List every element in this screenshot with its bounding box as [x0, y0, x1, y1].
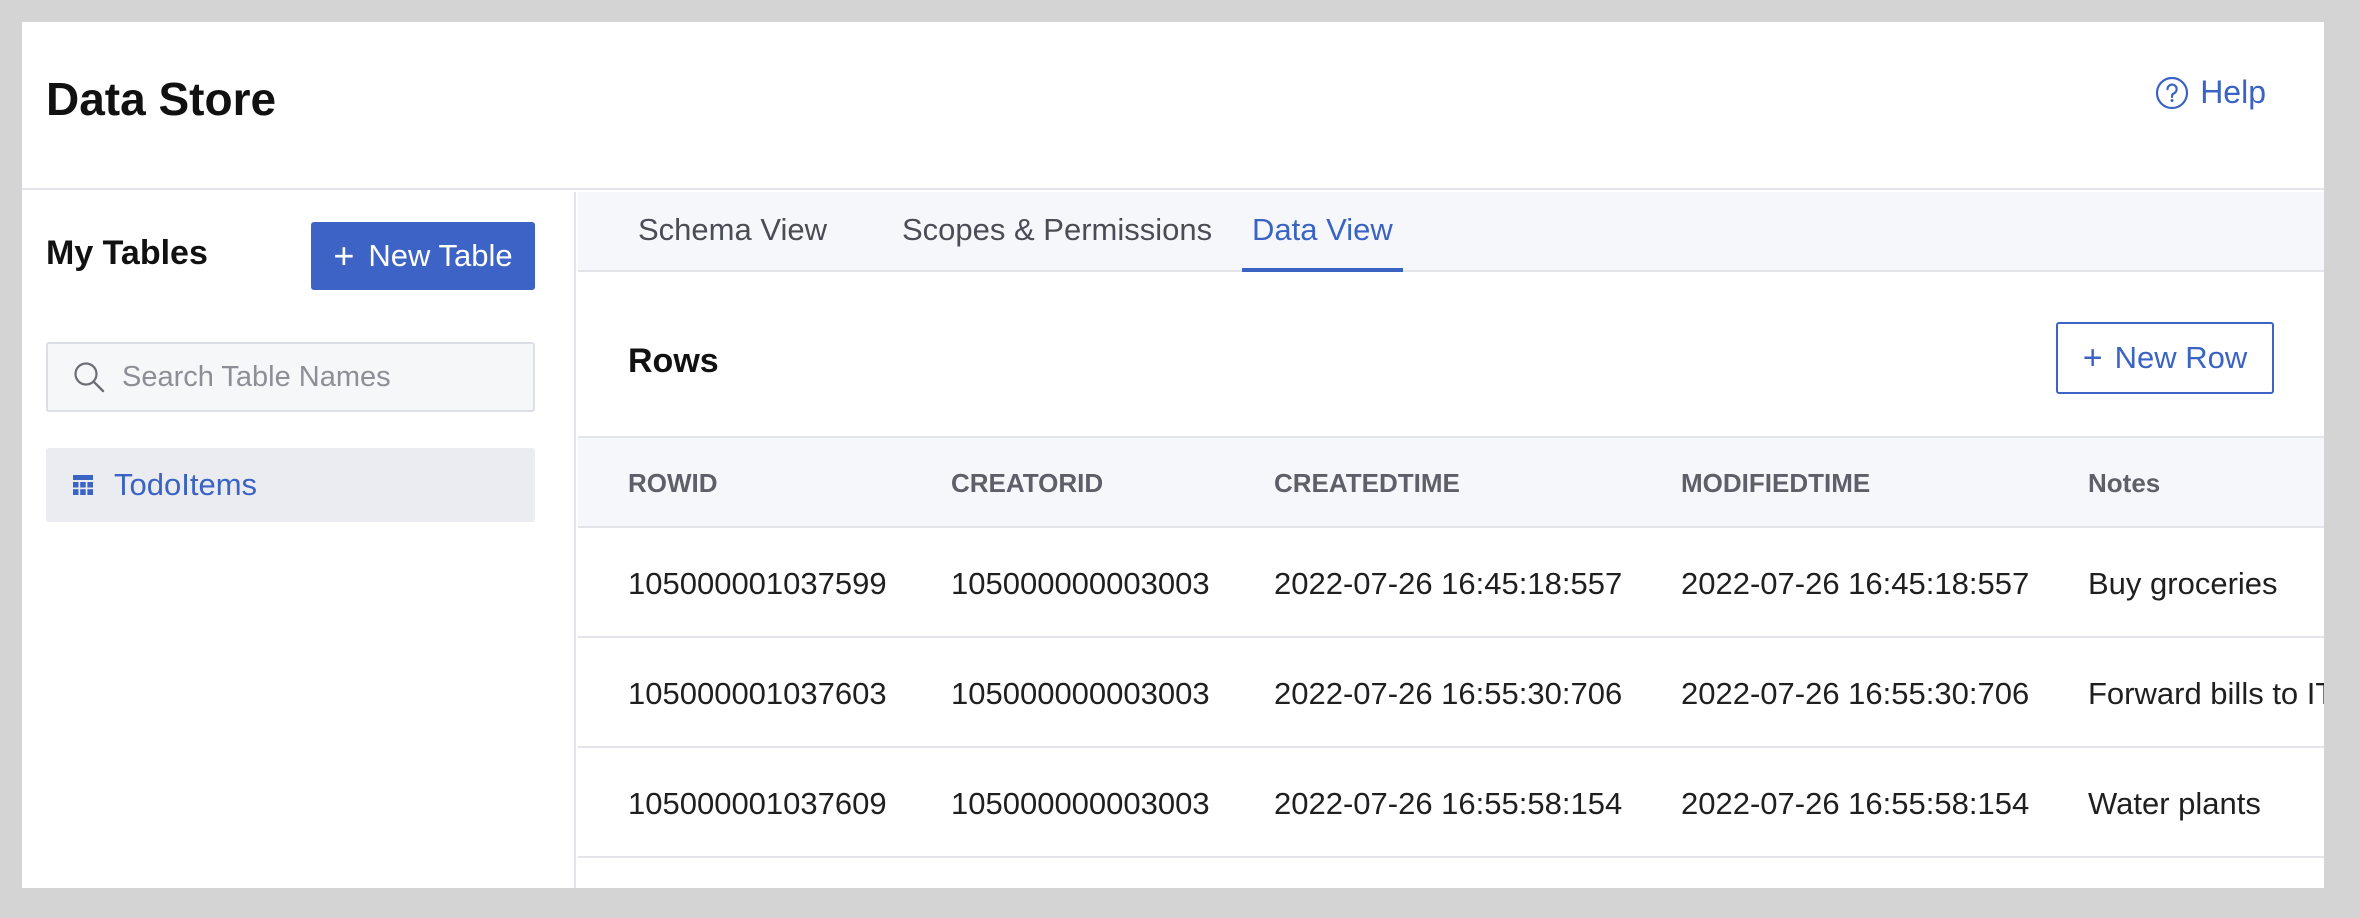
new-table-label: New Table: [368, 238, 513, 273]
column-header-rowid[interactable]: ROWID: [628, 468, 718, 499]
table-row[interactable]: 105000001037603 105000000003003 2022-07-…: [578, 638, 2324, 748]
main-panel: Schema View Scopes & Permissions Data Vi…: [578, 192, 2324, 888]
cell-modifiedtime: 2022-07-26 16:55:30:706: [1681, 676, 2030, 711]
column-header-notes[interactable]: Notes: [2088, 468, 2160, 499]
sidebar-item-todoitems[interactable]: TodoItems: [46, 448, 535, 522]
cell-notes: Buy groceries: [2088, 566, 2278, 601]
cell-rowid: 105000001037603: [628, 676, 887, 711]
app-content: Data Store Help My Tables + New Table Se…: [22, 22, 2324, 888]
help-label: Help: [2200, 74, 2266, 110]
column-header-modifiedtime[interactable]: MODIFIEDTIME: [1681, 468, 1870, 499]
page-header: Data Store Help: [22, 22, 2324, 190]
cell-rowid: 105000001037609: [628, 786, 887, 821]
cell-creatorid: 105000000003003: [951, 566, 1210, 601]
cell-createdtime: 2022-07-26 16:45:18:557: [1274, 566, 1623, 601]
tab-scopes-permissions[interactable]: Scopes & Permissions: [892, 212, 1222, 272]
new-row-button[interactable]: + New Row: [2056, 322, 2274, 394]
cell-notes: Water plants: [2088, 786, 2261, 821]
search-input[interactable]: [122, 360, 502, 394]
column-header-createdtime[interactable]: CREATEDTIME: [1274, 468, 1460, 499]
table-row[interactable]: 105000001037599 105000000003003 2022-07-…: [578, 528, 2324, 638]
cell-modifiedtime: 2022-07-26 16:45:18:557: [1681, 566, 2030, 601]
cell-modifiedtime: 2022-07-26 16:55:58:154: [1681, 786, 2030, 821]
sidebar-title: My Tables: [46, 234, 208, 272]
cell-creatorid: 105000000003003: [951, 676, 1210, 711]
app-window: Data Store Help My Tables + New Table Se…: [12, 12, 2338, 898]
rows-heading: Rows: [628, 342, 719, 380]
column-header-creatorid[interactable]: CREATORID: [951, 468, 1103, 499]
plus-icon: +: [2082, 339, 2103, 377]
new-table-button[interactable]: + New Table: [311, 222, 535, 290]
cell-rowid: 105000001037599: [628, 566, 887, 601]
cell-createdtime: 2022-07-26 16:55:30:706: [1274, 676, 1623, 711]
table-grid-icon: [73, 475, 93, 495]
view-tabs: Schema View Scopes & Permissions Data Vi…: [578, 192, 2324, 272]
sidebar: My Tables + New Table TodoItems: [22, 192, 576, 888]
search-icon: [74, 362, 105, 393]
table-header-row: ROWID CREATORID CREATEDTIME MODIFIEDTIME…: [578, 436, 2324, 528]
question-circle-icon: [2156, 76, 2189, 109]
cell-notes: Forward bills to IT: [2088, 676, 2335, 711]
new-row-label: New Row: [2114, 340, 2248, 375]
sidebar-item-label: TodoItems: [114, 467, 258, 502]
table-row[interactable]: 105000001037609 105000000003003 2022-07-…: [578, 748, 2324, 858]
plus-icon: +: [333, 235, 355, 276]
page-title: Data Store: [46, 73, 277, 125]
tab-data-view[interactable]: Data View: [1242, 212, 1403, 272]
cell-creatorid: 105000000003003: [951, 786, 1210, 821]
table-search-box: [46, 342, 535, 412]
cell-createdtime: 2022-07-26 16:55:58:154: [1274, 786, 1623, 821]
help-link[interactable]: Help: [2154, 74, 2266, 111]
tab-schema-view[interactable]: Schema View: [628, 212, 837, 272]
